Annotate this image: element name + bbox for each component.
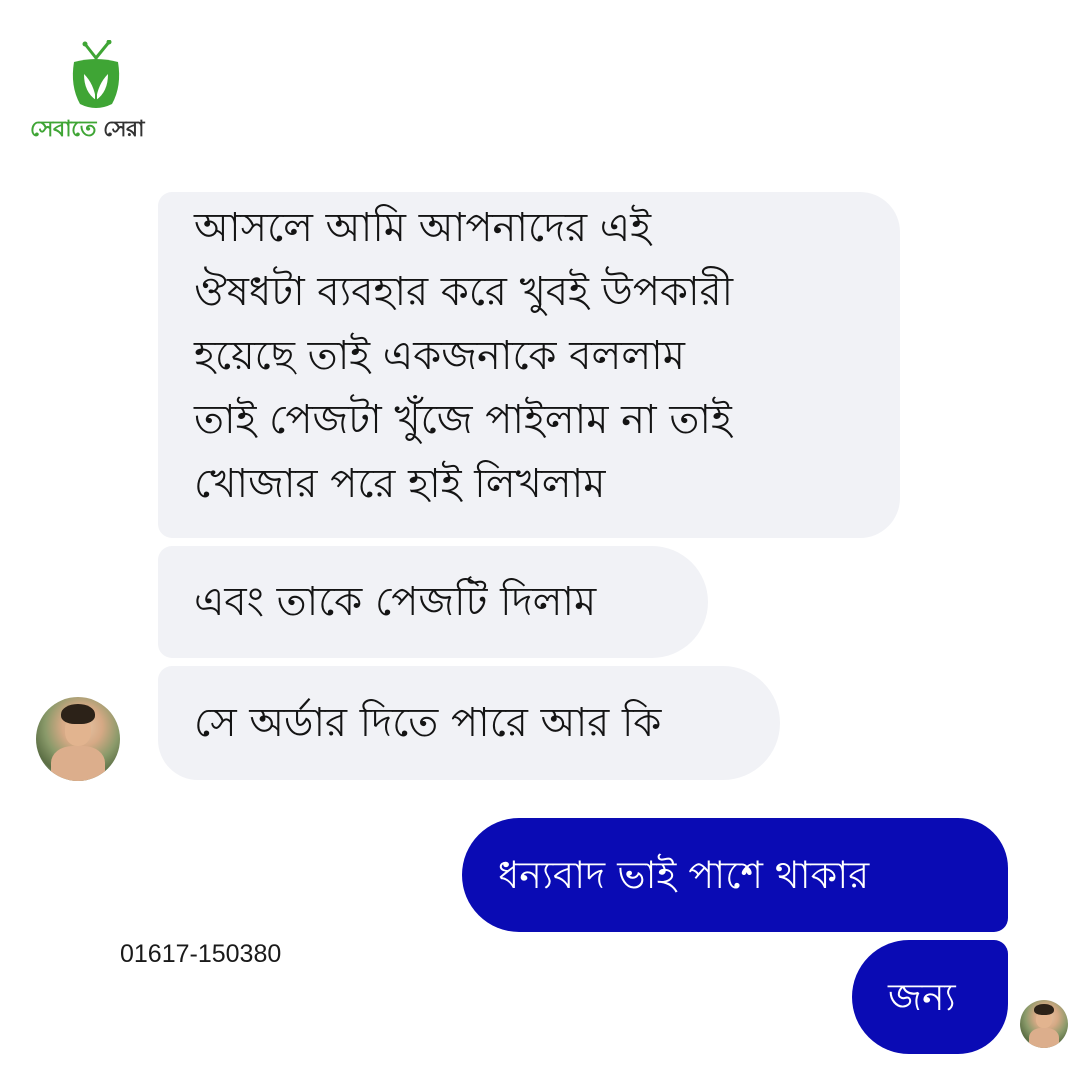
- sent-message-bubble[interactable]: ধন্যবাদ ভাই পাশে থাকার: [462, 818, 1008, 932]
- avatar-hair: [1034, 1003, 1054, 1016]
- message-line: খোজার পরে হাই লিখলাম: [194, 461, 606, 507]
- brand-name: সেবাতে সেরা: [30, 112, 160, 149]
- sender-avatar[interactable]: [36, 697, 120, 781]
- seen-receipt-avatar: [1020, 1000, 1068, 1048]
- brand-logo: সেবাতে সেরা: [30, 40, 160, 150]
- received-message-bubble[interactable]: এবং তাকে পেজটি দিলাম: [158, 546, 708, 658]
- tv-leaf-logo-icon: [72, 40, 120, 108]
- sent-message-bubble[interactable]: জন্য: [852, 940, 1008, 1054]
- avatar-body: [51, 745, 105, 781]
- received-message-bubble[interactable]: আসলে আমি আপনাদের এই ঔষধটা ব্যবহার করে খু…: [158, 192, 900, 538]
- message-text: সে অর্ডার দিতে পারে আর কি: [194, 700, 662, 746]
- message-line: আসলে আমি আপনাদের এই: [194, 205, 652, 251]
- received-message-bubble[interactable]: সে অর্ডার দিতে পারে আর কি: [158, 666, 780, 780]
- message-text: জন্য: [888, 975, 956, 1019]
- message-text: এবং তাকে পেজটি দিলাম: [194, 579, 597, 625]
- brand-name-dark: সেরা: [95, 117, 145, 142]
- message-line: ঔষধটা ব্যবহার করে খুবই উপকারী: [194, 269, 734, 315]
- message-text: ধন্যবাদ ভাই পাশে থাকার: [498, 853, 870, 897]
- brand-name-green: সেবাতে: [30, 117, 96, 142]
- contact-phone-number: 01617-150380: [120, 940, 282, 968]
- avatar-hair: [61, 703, 95, 724]
- message-line: হয়েছে তাই একজনাকে বললাম: [194, 333, 685, 379]
- message-line: তাই পেজটা খুঁজে পাইলাম না তাই: [194, 397, 732, 443]
- avatar-body: [1028, 1027, 1060, 1048]
